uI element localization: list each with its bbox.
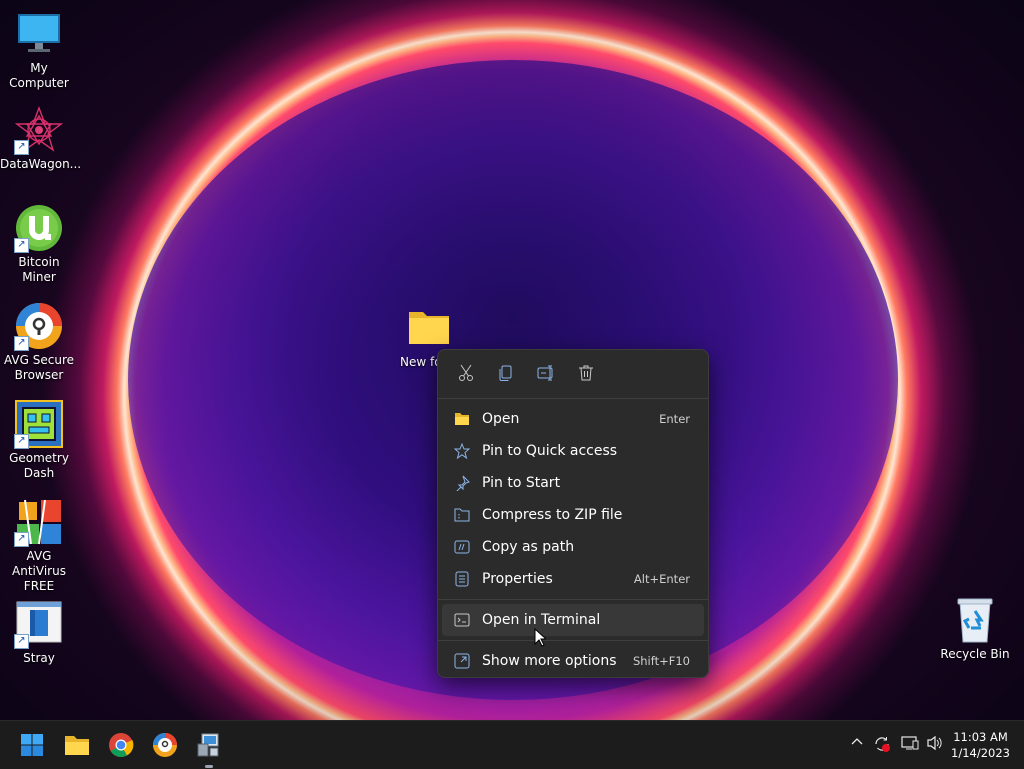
clock-date: 1/14/2023 <box>951 746 1010 760</box>
copy-button[interactable] <box>486 355 526 391</box>
system-clock[interactable]: 11:03 AM 1/14/2023 <box>951 729 1010 761</box>
desktop-icon-my-computer[interactable]: My Computer <box>0 10 78 91</box>
desktop-icon-avg-antivirus[interactable]: ↗ AVG AntiVirus FREE <box>0 498 78 594</box>
app-window-icon: ↗ <box>14 600 63 649</box>
desktop-icon-label: My Computer <box>9 61 69 90</box>
avg-antivirus-icon: ↗ <box>14 498 63 547</box>
menu-item-pin-quick-access[interactable]: Pin to Quick access <box>442 435 704 467</box>
context-menu-quick-actions <box>438 350 708 396</box>
context-menu: Open Enter Pin to Quick access Pin to St… <box>437 349 709 678</box>
desktop-icon-avg-secure-browser[interactable]: ↗ AVG Secure Browser <box>0 302 78 383</box>
delete-button[interactable] <box>566 355 606 391</box>
file-explorer-icon <box>65 736 89 755</box>
datawagon-icon: ↗ <box>14 106 64 155</box>
menu-item-show-more-options[interactable]: Show more options Shift+F10 <box>442 645 704 677</box>
shortcut-arrow-icon: ↗ <box>14 634 29 649</box>
menu-item-label: Open in Terminal <box>482 612 601 628</box>
taskbar-chrome[interactable] <box>106 730 136 760</box>
desktop-icon-label: Stray <box>23 651 55 665</box>
menu-item-shortcut: Shift+F10 <box>632 654 690 668</box>
menu-item-label: Pin to Quick access <box>482 443 618 459</box>
recycle-bin-icon <box>951 596 999 644</box>
desktop-icon-datawagon[interactable]: ↗ DataWagon... <box>0 106 82 172</box>
desktop-icon-label: Bitcoin Miner <box>18 255 60 284</box>
shortcut-arrow-icon: ↗ <box>14 532 29 547</box>
zip-icon <box>442 508 482 522</box>
menu-item-copy-path[interactable]: Copy as path <box>442 531 704 563</box>
clock-time: 11:03 AM <box>953 730 1008 744</box>
desktop-icon-label: AVG Secure Browser <box>3 353 75 382</box>
rename-button[interactable] <box>526 355 566 391</box>
menu-item-compress-zip[interactable]: Compress to ZIP file <box>442 499 704 531</box>
menu-item-pin-start[interactable]: Pin to Start <box>442 467 704 499</box>
taskbar-avg-secure-browser[interactable] <box>150 730 180 760</box>
delete-icon <box>579 365 593 381</box>
utorrent-icon: ↗ <box>14 204 63 253</box>
menu-item-label: Show more options <box>482 653 617 669</box>
desktop-icon-stray[interactable]: ↗ Stray <box>0 600 78 666</box>
cut-button[interactable] <box>446 355 486 391</box>
volume-icon[interactable] <box>926 735 944 755</box>
taskbar-file-explorer[interactable] <box>62 730 92 760</box>
desktop-icon-recycle-bin[interactable]: Recycle Bin <box>936 596 1014 662</box>
folder-icon <box>442 412 482 426</box>
menu-item-open-terminal[interactable]: Open in Terminal <box>442 604 704 636</box>
terminal-icon <box>442 613 482 627</box>
shortcut-arrow-icon: ↗ <box>14 336 29 351</box>
rename-icon <box>537 365 553 381</box>
menu-item-label: Properties <box>482 571 553 587</box>
menu-item-label: Pin to Start <box>482 475 561 491</box>
menu-item-label: Open <box>482 411 520 427</box>
avg-browser-icon: ↗ <box>14 302 63 351</box>
shortcut-arrow-icon: ↗ <box>14 238 29 253</box>
menu-item-label: Compress to ZIP file <box>482 507 623 523</box>
chrome-icon <box>109 733 134 758</box>
taskbar-setup-app[interactable] <box>194 730 224 760</box>
sync-alert-icon[interactable] <box>873 735 891 757</box>
menu-item-shortcut: Enter <box>659 412 690 426</box>
show-hidden-icons-chevron-icon[interactable] <box>850 735 864 753</box>
pin-icon <box>442 475 482 491</box>
desktop-icon-label: Geometry Dash <box>9 451 69 480</box>
menu-item-shortcut: Alt+Enter <box>633 572 690 586</box>
desktop-icon-label: Recycle Bin <box>940 647 1010 661</box>
monitor-icon <box>15 10 63 58</box>
properties-icon <box>442 571 482 587</box>
path-icon <box>442 540 482 554</box>
geometry-dash-icon: ↗ <box>14 400 63 449</box>
folder-icon <box>405 304 453 352</box>
windows-logo-icon <box>21 734 43 756</box>
desktop-icon-label: AVG AntiVirus FREE <box>12 549 66 593</box>
more-options-icon <box>442 653 482 669</box>
start-button[interactable] <box>17 730 47 760</box>
copy-icon <box>499 365 512 381</box>
avg-browser-icon <box>153 733 177 757</box>
menu-item-label: Copy as path <box>482 539 575 555</box>
menu-item-properties[interactable]: Properties Alt+Enter <box>442 563 704 595</box>
shortcut-arrow-icon: ↗ <box>14 434 29 449</box>
installer-icon <box>197 733 219 757</box>
cut-icon <box>459 364 473 381</box>
desktop-icon-geometry-dash[interactable]: ↗ Geometry Dash <box>0 400 78 481</box>
shortcut-arrow-icon: ↗ <box>14 140 29 155</box>
menu-item-open[interactable]: Open Enter <box>442 403 704 435</box>
desktop-icon-bitcoin-miner[interactable]: ↗ Bitcoin Miner <box>0 204 78 285</box>
network-icon[interactable] <box>901 735 919 755</box>
desktop-icon-label: DataWagon... <box>0 157 82 171</box>
mouse-cursor-icon <box>534 628 546 647</box>
star-icon <box>442 443 482 459</box>
taskbar: 11:03 AM 1/14/2023 <box>0 720 1024 769</box>
